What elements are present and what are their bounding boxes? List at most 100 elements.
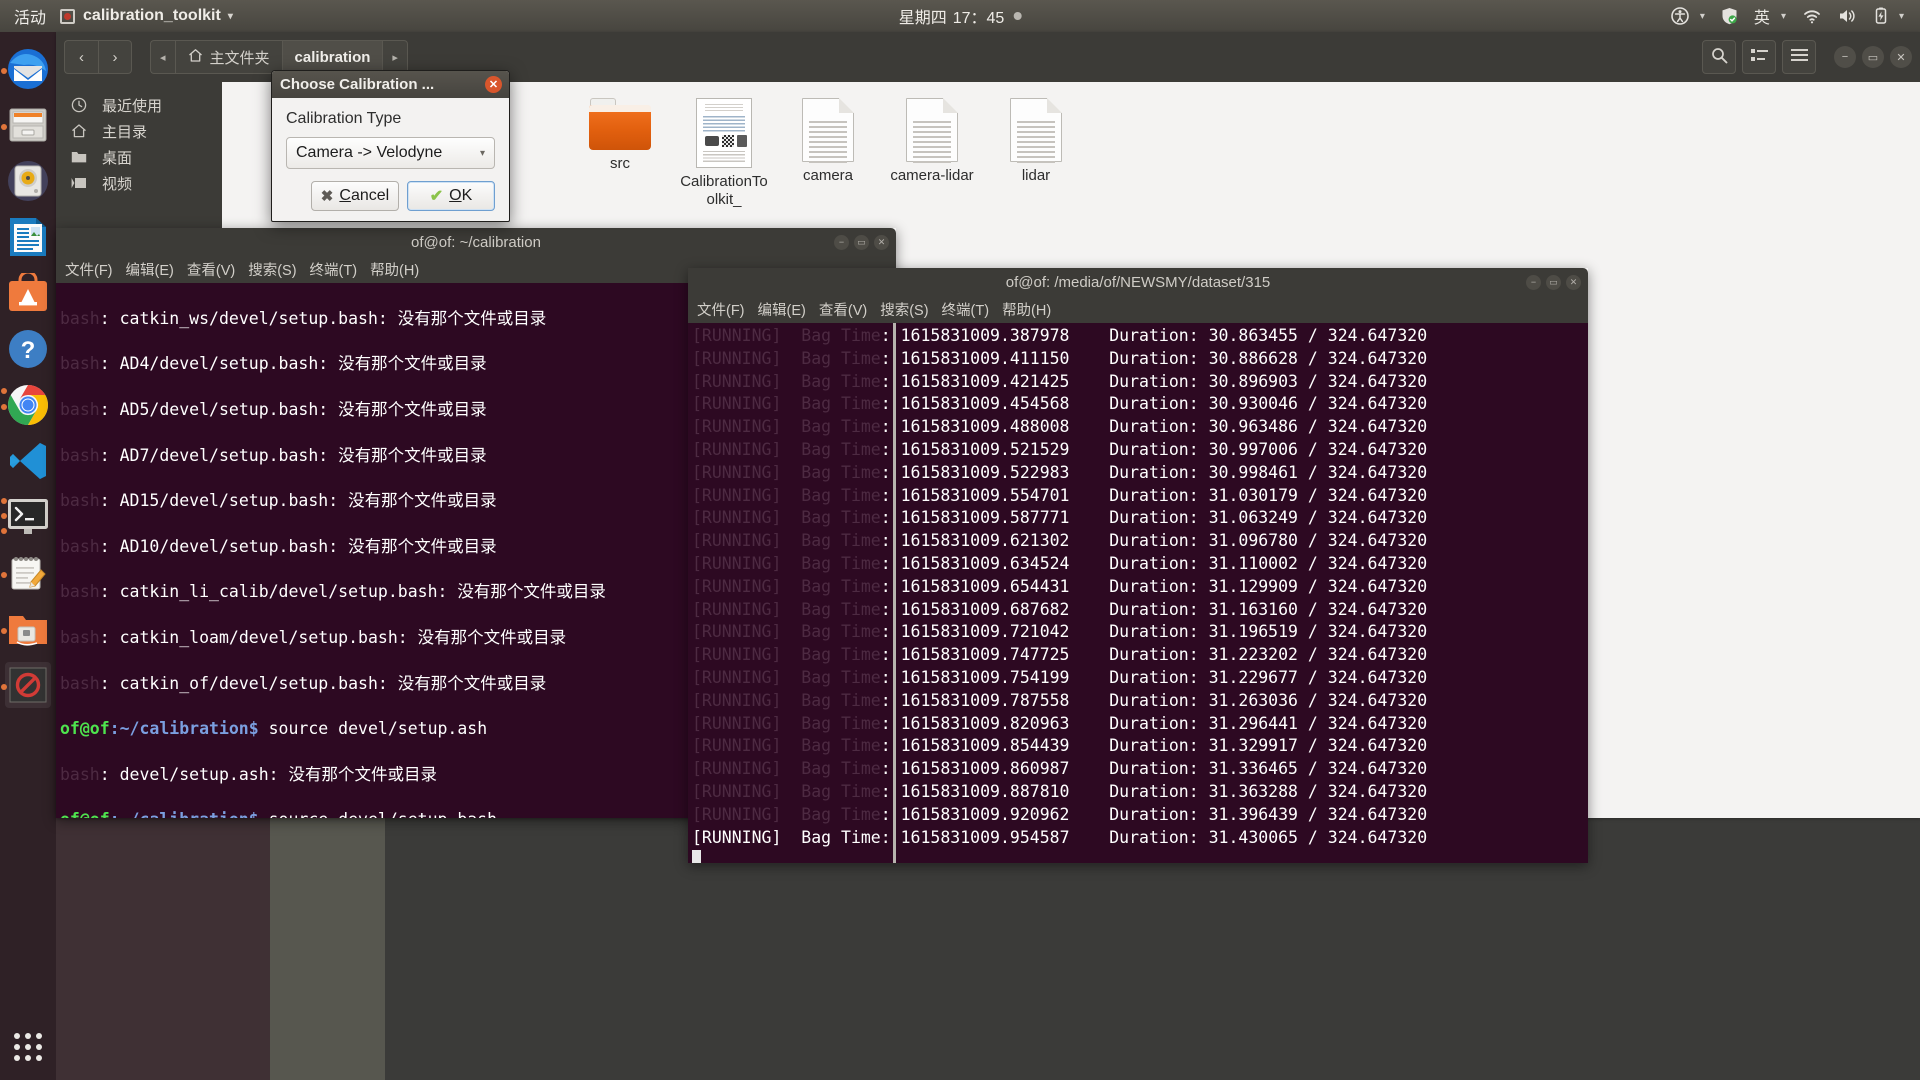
input-method-label: 英 xyxy=(1753,10,1770,27)
dock-item-rhythmbox[interactable] xyxy=(5,158,51,204)
forward-button[interactable]: › xyxy=(98,40,132,74)
dock-item-terminal[interactable] xyxy=(5,494,51,540)
help-icon: ? xyxy=(9,330,47,368)
back-button[interactable]: ‹ xyxy=(64,40,98,74)
grid-dot xyxy=(36,1044,42,1050)
terminal1-titlebar[interactable]: of@of: ~/calibration − ▭ ✕ xyxy=(56,228,896,256)
bag-time-row: [RUNNING] Bag Time: 1615831009.488008 Du… xyxy=(692,417,1428,437)
breadcrumb-scroll-left[interactable]: ◂ xyxy=(150,40,175,74)
window-minimize-button[interactable]: − xyxy=(1526,274,1541,290)
file-item-calibrationtoolkit[interactable]: CalibrationToolkit_ xyxy=(676,98,772,208)
dialog-titlebar[interactable]: Choose Calibration ... ✕ xyxy=(272,71,509,98)
menu-item-help[interactable]: 帮助(H) xyxy=(1002,299,1051,320)
sidebar-item-videos[interactable]: 视频 xyxy=(56,170,222,196)
top-menu-bar: 活动 calibration_toolkit ▾ 星期四 17：45 ▾ 英 ▾… xyxy=(0,0,1920,32)
file-item-src[interactable]: src xyxy=(572,98,668,208)
window-minimize-button[interactable]: − xyxy=(834,234,849,250)
sidebar-item-label: 最近使用 xyxy=(102,97,163,115)
duration-value: 31.430065 xyxy=(1208,827,1298,847)
bag-time-row: [RUNNING] Bag Time: 1615831009.721042 Du… xyxy=(692,622,1428,642)
bag-time-row: [RUNNING] Bag Time: 1615831009.554701 Du… xyxy=(692,485,1428,505)
menu-item-view[interactable]: 查看(V) xyxy=(187,259,235,280)
clock[interactable]: 星期四 17：45 xyxy=(899,4,1022,28)
menu-item-view[interactable]: 查看(V) xyxy=(819,299,867,320)
menu-item-edit[interactable]: 编辑(E) xyxy=(126,259,174,280)
video-icon xyxy=(70,177,88,189)
grid-dot xyxy=(14,1055,20,1061)
window-maximize-button[interactable]: ▭ xyxy=(1862,46,1884,68)
dock-item-nautilus[interactable] xyxy=(5,606,51,652)
dock-item-google-chrome[interactable] xyxy=(5,382,51,428)
dock-item-thunderbird[interactable] xyxy=(5,46,51,92)
wifi-status[interactable] xyxy=(1796,0,1828,32)
calibration-type-select[interactable]: Camera -> Velodyne ▾ xyxy=(286,137,495,169)
file-item-camera[interactable]: camera xyxy=(780,98,876,208)
sidebar-item-home[interactable]: 主目录 xyxy=(56,118,222,144)
menu-item-terminal[interactable]: 终端(T) xyxy=(310,259,358,280)
menu-item-search[interactable]: 搜索(S) xyxy=(248,259,296,280)
menu-item-search[interactable]: 搜索(S) xyxy=(880,299,928,320)
menu-item-edit[interactable]: 编辑(E) xyxy=(758,299,806,320)
menu-item-help[interactable]: 帮助(H) xyxy=(370,259,419,280)
file-label: src xyxy=(610,155,630,172)
volume-menu[interactable] xyxy=(1832,0,1864,32)
file-label: camera-lidar xyxy=(890,167,974,184)
dock-item-libreoffice-writer[interactable] xyxy=(5,214,51,260)
dock-item-text-editor[interactable] xyxy=(5,550,51,596)
battery-icon xyxy=(1875,7,1887,24)
terminal1-title: of@of: ~/calibration xyxy=(411,233,541,251)
cancel-button[interactable]: ✖ Cancel xyxy=(311,181,399,211)
file-item-lidar[interactable]: lidar xyxy=(988,98,1084,208)
accessibility-menu[interactable]: ▾ xyxy=(1665,0,1711,32)
bag-time-row: [RUNNING] Bag Time: 1615831009.747725 Du… xyxy=(692,645,1428,665)
show-applications-button[interactable] xyxy=(5,1024,51,1070)
terminal2-titlebar[interactable]: of@of: /media/of/NEWSMY/dataset/315 − ▭ … xyxy=(688,268,1588,296)
main-menu-button[interactable] xyxy=(1782,40,1816,74)
sidebar-item-label: 主目录 xyxy=(102,123,148,141)
libreoffice-writer-icon xyxy=(10,218,46,256)
bag-time-row: [RUNNING] Bag Time: 1615831009.621302 Du… xyxy=(692,531,1428,551)
view-options-button[interactable] xyxy=(1742,40,1776,74)
terminal2-output[interactable]: [RUNNING] Bag Time: 1615831009.387978 Du… xyxy=(688,323,1588,863)
list-view-icon xyxy=(1750,48,1768,67)
svg-text:?: ? xyxy=(21,337,36,364)
dock-item-vscode[interactable] xyxy=(5,438,51,484)
window-maximize-button[interactable]: ▭ xyxy=(1546,274,1561,290)
security-shield[interactable] xyxy=(1715,0,1744,32)
stop-recording-icon xyxy=(9,667,47,703)
dock-item-ubuntu-software[interactable] xyxy=(5,270,51,316)
activities-button[interactable]: 活动 xyxy=(0,4,60,28)
bag-time-row: [RUNNING] Bag Time: 1615831009.587771 Du… xyxy=(692,508,1428,528)
window-close-button[interactable]: ✕ xyxy=(1566,274,1581,290)
sidebar-item-desktop[interactable]: 桌面 xyxy=(56,144,222,170)
breadcrumb-scroll-right[interactable]: ▸ xyxy=(382,40,408,74)
dock-item-file-cabinet[interactable] xyxy=(5,102,51,148)
breadcrumb-item-calibration[interactable]: calibration xyxy=(281,40,383,74)
window-maximize-button[interactable]: ▭ xyxy=(854,234,869,250)
active-app-label: calibration_toolkit xyxy=(83,7,221,24)
menu-item-terminal[interactable]: 终端(T) xyxy=(942,299,990,320)
ok-button[interactable]: ✔ OK xyxy=(407,181,495,211)
terminal-window-dataset: of@of: /media/of/NEWSMY/dataset/315 − ▭ … xyxy=(688,268,1588,863)
search-button[interactable] xyxy=(1702,40,1736,74)
menu-item-file[interactable]: 文件(F) xyxy=(65,259,113,280)
pdf-document-icon xyxy=(696,98,752,168)
folder-icon xyxy=(70,150,88,164)
ok-label: OK xyxy=(449,187,473,204)
sidebar-item-recent[interactable]: 最近使用 xyxy=(56,92,222,118)
close-icon[interactable]: ✕ xyxy=(485,76,502,93)
battery-menu[interactable]: ▾ xyxy=(1868,0,1910,32)
grid-dot xyxy=(36,1033,42,1039)
input-method-menu[interactable]: 英 ▾ xyxy=(1748,0,1792,32)
dock-item-stop-recorder[interactable] xyxy=(5,662,51,708)
window-minimize-button[interactable]: − xyxy=(1834,46,1856,68)
dock-item-help[interactable]: ? xyxy=(5,326,51,372)
window-close-button[interactable]: ✕ xyxy=(874,234,889,250)
breadcrumb-item-home[interactable]: 主文件夹 xyxy=(174,40,282,74)
chevron-down-icon: ▾ xyxy=(1780,10,1786,22)
file-item-camera-lidar[interactable]: camera-lidar xyxy=(884,98,980,208)
active-app-menu[interactable]: calibration_toolkit ▾ xyxy=(60,7,233,25)
bag-time-row: [RUNNING] Bag Time: 1615831009.820963 Du… xyxy=(692,713,1428,733)
menu-item-file[interactable]: 文件(F) xyxy=(697,299,745,320)
window-close-button[interactable]: ✕ xyxy=(1890,46,1912,68)
